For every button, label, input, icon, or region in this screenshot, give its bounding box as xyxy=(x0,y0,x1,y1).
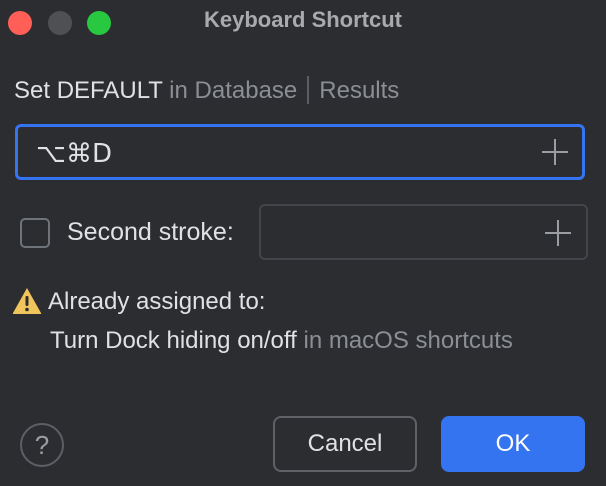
conflict-title: Already assigned to: xyxy=(48,288,266,315)
plus-icon[interactable] xyxy=(542,139,568,165)
action-context: Set DEFAULT in Database Results xyxy=(14,76,399,105)
conflict-location: in macOS shortcuts xyxy=(303,327,513,354)
cancel-button[interactable]: Cancel xyxy=(273,416,417,472)
warning-icon xyxy=(12,288,42,314)
second-stroke-label[interactable]: Second stroke: xyxy=(67,218,234,247)
ok-button[interactable]: OK xyxy=(441,416,585,472)
second-stroke-checkbox[interactable] xyxy=(20,218,50,248)
action-group: Results xyxy=(319,77,400,104)
plus-icon[interactable] xyxy=(545,220,571,246)
keyboard-shortcut-dialog: Keyboard Shortcut Set DEFAULT in Databas… xyxy=(0,0,606,486)
action-name: Set DEFAULT xyxy=(14,77,163,104)
window-title: Keyboard Shortcut xyxy=(203,7,403,32)
context-separator xyxy=(307,76,310,104)
first-stroke-field[interactable]: ⌥⌘D xyxy=(15,124,585,180)
action-location: in Database xyxy=(169,77,298,104)
help-button[interactable]: ? xyxy=(20,423,64,467)
first-stroke-value: ⌥⌘D xyxy=(36,139,112,169)
conflict-entry: Turn Dock hiding on/off in macOS shortcu… xyxy=(50,327,513,355)
title-bar: Keyboard Shortcut xyxy=(0,0,606,44)
conflict-action-name: Turn Dock hiding on/off xyxy=(50,327,297,354)
second-stroke-field[interactable] xyxy=(259,204,588,260)
